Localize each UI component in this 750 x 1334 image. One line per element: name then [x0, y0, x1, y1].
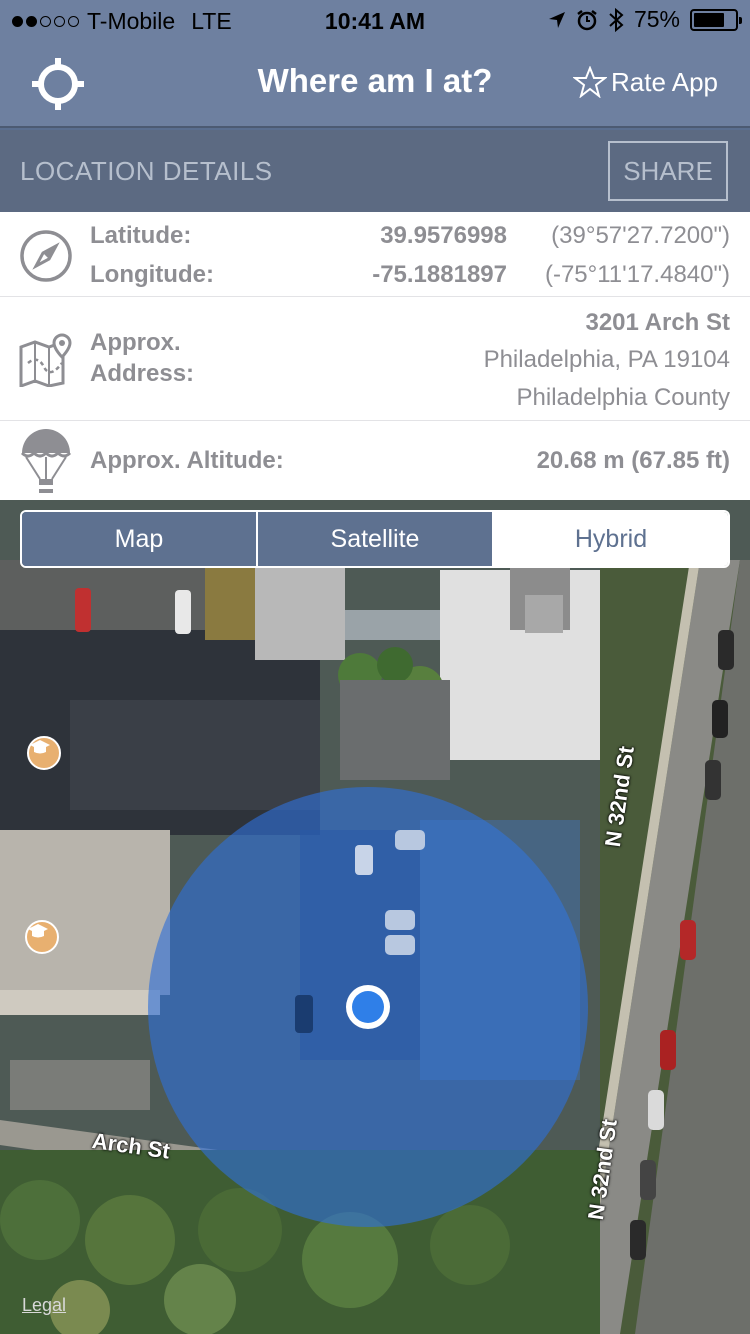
map-pin-icon: [19, 333, 72, 387]
status-right: 75%: [548, 6, 742, 33]
graduation-cap-icon[interactable]: [27, 736, 61, 770]
location-arrow-icon: [548, 11, 565, 28]
rate-app-button[interactable]: Rate App: [573, 66, 718, 98]
map-imagery: [0, 500, 750, 1334]
rate-app-label: Rate App: [611, 66, 718, 97]
map-type-segmented-control: Map Satellite Hybrid: [20, 510, 730, 568]
segment-satellite[interactable]: Satellite: [258, 512, 494, 566]
coordinates-row: Latitude: Longitude: 39.9576998 (39°57'2…: [0, 212, 750, 297]
address-row: Approx. Address: 3201 Arch St Philadelph…: [0, 297, 750, 421]
section-title: LOCATION DETAILS: [20, 156, 273, 186]
battery-icon: [690, 8, 742, 31]
location-details-header: LOCATION DETAILS SHARE: [0, 130, 750, 212]
address-city: Philadelphia, PA 19104: [483, 346, 730, 373]
altitude-value: 20.68 m (67.85 ft): [536, 447, 730, 474]
share-button[interactable]: SHARE: [608, 141, 728, 201]
altitude-row: Approx. Altitude: 20.68 m (67.85 ft): [0, 421, 750, 502]
address-label-line2: Address:: [90, 360, 195, 387]
altitude-label: Approx. Altitude:: [90, 447, 284, 474]
longitude-label: Longitude:: [90, 261, 214, 288]
navigation-bar: Where am I at? Rate App: [0, 40, 750, 128]
balloon-icon: [20, 429, 72, 493]
address-county: Philadelphia County: [516, 384, 730, 411]
latitude-dms: (39°57'27.7200"): [551, 222, 730, 249]
legal-link[interactable]: Legal: [22, 1295, 66, 1316]
alarm-icon: [577, 9, 597, 30]
battery-percent: 75%: [633, 6, 680, 32]
graduation-cap-icon[interactable]: [25, 920, 59, 954]
address-label-line1: Approx.: [90, 329, 181, 356]
segment-map[interactable]: Map: [22, 512, 258, 566]
star-icon: [573, 66, 608, 98]
bluetooth-icon: [609, 7, 624, 32]
latitude-label: Latitude:: [90, 222, 192, 249]
latitude-value: 39.9576998: [380, 222, 507, 249]
compass-icon: [20, 230, 72, 282]
satellite-map[interactable]: N 32nd St N 32nd St Arch St Legal: [0, 500, 750, 1334]
address-street: 3201 Arch St: [585, 309, 730, 336]
segment-hybrid[interactable]: Hybrid: [494, 512, 728, 566]
location-info-panel: Latitude: Longitude: 39.9576998 (39°57'2…: [0, 212, 750, 502]
status-bar: T-Mobile LTE 10:41 AM 75%: [0, 0, 750, 40]
longitude-value: -75.1881897: [372, 261, 507, 288]
longitude-dms: (-75°11'17.4840"): [544, 261, 730, 288]
